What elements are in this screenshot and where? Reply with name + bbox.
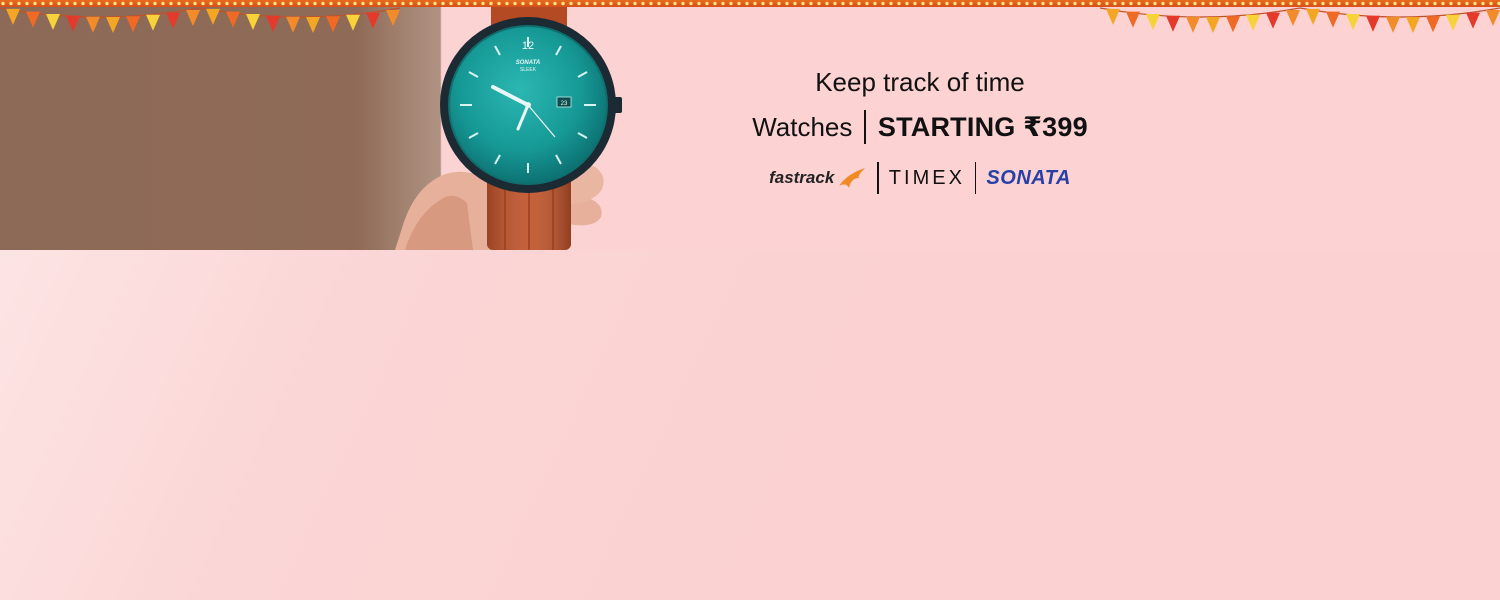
bunting-flag: [386, 9, 400, 26]
bunting-flag: [1306, 8, 1320, 25]
divider: [974, 162, 977, 194]
bunting-flag: [1466, 12, 1480, 29]
bunting-flag: [1446, 14, 1460, 31]
bunting-flag: [1106, 8, 1120, 25]
bunting-flag: [246, 13, 260, 30]
bunting-flag: [1426, 16, 1440, 33]
banner-lower-area: [0, 250, 1500, 600]
dial-number: 12: [522, 40, 534, 52]
bunting-flags-icon: [1100, 0, 1500, 45]
bunting-flag: [1386, 16, 1400, 33]
offer-line: Watches STARTING ₹399: [740, 108, 1100, 146]
brand-fastrack[interactable]: fastrack: [769, 166, 867, 190]
brand-sonata[interactable]: SONATA: [986, 167, 1070, 190]
bunting-flag: [366, 12, 380, 29]
bunting-flag: [1246, 14, 1260, 31]
bunting-flag: [106, 16, 120, 33]
divider: [864, 110, 866, 144]
bunting-flag: [1486, 9, 1500, 26]
fastrack-wing-icon: [839, 168, 866, 188]
price-label: STARTING ₹399: [877, 111, 1088, 142]
dial-model: SLEEK: [520, 67, 537, 73]
bunting-flag: [266, 15, 280, 32]
bunting-flag: [66, 15, 80, 32]
bunting-flag: [166, 12, 180, 29]
bunting-flags-icon: [0, 0, 400, 45]
bunting-flag: [226, 11, 240, 28]
bunting-flag: [1366, 15, 1380, 32]
category-label: Watches: [752, 111, 853, 142]
divider: [877, 162, 879, 194]
bunting-flag: [1266, 12, 1280, 29]
bunting-flag: [6, 8, 20, 25]
dial-brand: SONATA: [516, 60, 540, 66]
bunting-flag: [1206, 16, 1220, 33]
bunting-flag: [1326, 11, 1340, 28]
bunting-flag: [1146, 13, 1160, 30]
bunting-flag: [186, 9, 200, 26]
bunting-flag: [1406, 16, 1420, 33]
bunting-flag: [206, 8, 220, 25]
bunting-flag: [1346, 13, 1360, 30]
bunting-flag: [1226, 16, 1240, 33]
watch-image: 12 SONATA SLEEK 23: [395, 7, 635, 250]
bunting-flag: [86, 16, 100, 33]
bunting-flag: [346, 14, 360, 31]
bunting-flag: [326, 16, 340, 33]
date-window: 23: [561, 101, 568, 107]
bunting-flag: [1166, 15, 1180, 32]
bunting-flag: [146, 14, 160, 31]
brand-logos: fastrack TIMEX SONATA: [740, 160, 1100, 196]
brand-timex[interactable]: TIMEX: [889, 167, 965, 190]
bunting-flag: [286, 16, 300, 33]
bunting-flag: [46, 13, 60, 30]
bunting-flag: [126, 16, 140, 33]
bunting-flag: [1186, 16, 1200, 33]
bunting-flag: [306, 16, 320, 33]
bunting-flag: [1286, 9, 1300, 26]
watches-promo-banner[interactable]: 12 SONATA SLEEK 23 Keep track of time Wa…: [0, 0, 1500, 600]
bunting-flag: [26, 11, 40, 28]
promo-text: Keep track of time Watches STARTING ₹399…: [740, 62, 1100, 196]
headline: Keep track of time: [815, 67, 1025, 97]
bunting-flag: [1126, 11, 1140, 28]
